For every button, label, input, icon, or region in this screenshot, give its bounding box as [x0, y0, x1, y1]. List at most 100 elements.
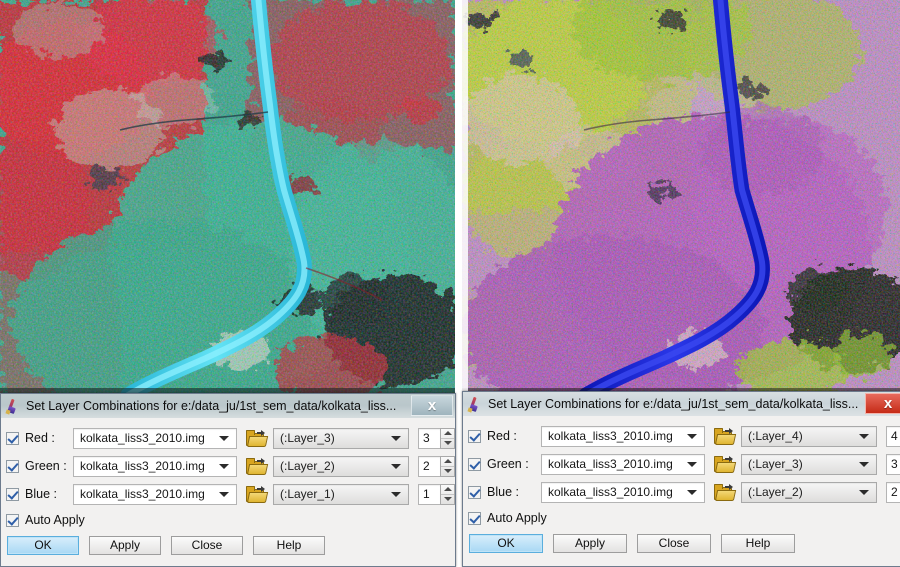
red-file-value: kolkata_liss3_2010.img — [548, 429, 673, 443]
green-layer-combobox[interactable]: (:Layer_3) — [741, 453, 877, 475]
dialog-body-left: Red : kolkata_liss3_2010.img (:Layer_3) … — [1, 418, 455, 566]
green-layer-spinner[interactable]: 3 — [886, 453, 900, 475]
red-channel-label: Red : — [25, 431, 55, 445]
blue-open-folder-icon[interactable] — [246, 485, 269, 503]
green-file-value: kolkata_liss3_2010.img — [548, 457, 673, 471]
blue-layer-combobox[interactable]: (:Layer_2) — [741, 481, 877, 503]
red-layer-value: (:Layer_3) — [280, 431, 335, 445]
blue-open-folder-icon[interactable] — [714, 483, 737, 501]
red-file-value: kolkata_liss3_2010.img — [80, 431, 205, 445]
auto-apply-label: Auto Apply — [487, 511, 547, 525]
green-open-folder-icon[interactable] — [246, 457, 269, 475]
screen: Set Layer Combinations for e:/data_ju/1s… — [0, 0, 900, 567]
layer-combination-dialog-right[interactable]: Set Layer Combinations for e:/data_ju/1s… — [462, 391, 900, 567]
red-layer-spinner[interactable]: 4 — [886, 425, 900, 447]
channel-row-green: Green : kolkata_liss3_2010.img (:Layer_3… — [463, 450, 900, 478]
chevron-down-icon — [687, 462, 697, 467]
green-layer-index[interactable]: 2 — [418, 455, 440, 477]
red-open-folder-icon[interactable] — [246, 429, 269, 447]
green-channel-checkbox[interactable] — [468, 457, 481, 471]
chevron-down-icon — [859, 434, 869, 439]
dialog-title: Set Layer Combinations for e:/data_ju/1s… — [26, 399, 397, 413]
green-open-folder-icon[interactable] — [714, 455, 737, 473]
chevron-down-icon — [859, 462, 869, 467]
paintbrush-icon — [467, 396, 483, 413]
red-open-folder-icon[interactable] — [714, 427, 737, 445]
blue-channel-checkbox[interactable] — [468, 485, 481, 499]
red-layer-combobox[interactable]: (:Layer_3) — [273, 427, 409, 449]
green-file-combobox[interactable]: kolkata_liss3_2010.img — [541, 453, 705, 475]
green-spin-up[interactable] — [441, 457, 454, 467]
close-dialog-button[interactable]: Close — [637, 534, 711, 553]
chevron-down-icon — [391, 492, 401, 497]
paintbrush-icon — [5, 398, 21, 415]
channel-row-green: Green : kolkata_liss3_2010.img (:Layer_2… — [1, 452, 455, 480]
blue-spin-up[interactable] — [441, 485, 454, 495]
green-layer-combobox[interactable]: (:Layer_2) — [273, 455, 409, 477]
green-channel-label: Green : — [25, 459, 67, 473]
blue-spin-down[interactable] — [441, 495, 454, 504]
left-satellite-image — [0, 0, 455, 395]
green-file-combobox[interactable]: kolkata_liss3_2010.img — [73, 455, 237, 477]
auto-apply-row: Auto Apply — [463, 506, 900, 530]
chevron-down-icon — [391, 464, 401, 469]
close-button[interactable]: x — [411, 395, 453, 416]
dialog-body-right: Red : kolkata_liss3_2010.img (:Layer_4) … — [463, 416, 900, 566]
blue-file-value: kolkata_liss3_2010.img — [80, 487, 205, 501]
close-dialog-button[interactable]: Close — [171, 536, 243, 555]
left-image-panel[interactable] — [0, 0, 455, 395]
chevron-down-icon — [687, 490, 697, 495]
red-layer-value: (:Layer_4) — [748, 429, 803, 443]
red-spin-down[interactable] — [441, 439, 454, 448]
apply-button[interactable]: Apply — [553, 534, 627, 553]
blue-layer-index[interactable]: 1 — [418, 483, 440, 505]
button-row-right: OK Apply Close Help — [463, 530, 900, 553]
green-file-value: kolkata_liss3_2010.img — [80, 459, 205, 473]
green-layer-index[interactable]: 3 — [886, 453, 900, 475]
channel-row-blue: Blue : kolkata_liss3_2010.img (:Layer_1)… — [1, 480, 455, 508]
red-layer-spinner[interactable]: 3 — [418, 427, 455, 449]
green-channel-checkbox[interactable] — [6, 459, 19, 473]
blue-layer-index[interactable]: 2 — [886, 481, 900, 503]
ok-button[interactable]: OK — [7, 536, 79, 555]
titlebar-right[interactable]: Set Layer Combinations for e:/data_ju/1s… — [463, 392, 900, 416]
close-icon: x — [427, 397, 437, 414]
red-spin-up[interactable] — [441, 429, 454, 439]
auto-apply-checkbox[interactable] — [468, 511, 481, 525]
red-channel-label: Red : — [487, 429, 517, 443]
green-layer-value: (:Layer_2) — [280, 459, 335, 473]
green-layer-value: (:Layer_3) — [748, 457, 803, 471]
dialog-title: Set Layer Combinations for e:/data_ju/1s… — [488, 397, 859, 411]
red-channel-checkbox[interactable] — [6, 431, 19, 445]
green-layer-spinner[interactable]: 2 — [418, 455, 455, 477]
green-spin-down[interactable] — [441, 467, 454, 476]
blue-channel-checkbox[interactable] — [6, 487, 19, 501]
titlebar-left[interactable]: Set Layer Combinations for e:/data_ju/1s… — [1, 394, 455, 418]
button-row-left: OK Apply Close Help — [1, 532, 455, 555]
auto-apply-row: Auto Apply — [1, 508, 455, 532]
auto-apply-checkbox[interactable] — [6, 513, 19, 527]
red-layer-combobox[interactable]: (:Layer_4) — [741, 425, 877, 447]
ok-button[interactable]: OK — [469, 534, 543, 553]
help-button[interactable]: Help — [253, 536, 325, 555]
blue-file-combobox[interactable]: kolkata_liss3_2010.img — [73, 483, 237, 505]
blue-layer-value: (:Layer_2) — [748, 485, 803, 499]
blue-channel-label: Blue : — [487, 485, 519, 499]
right-image-panel[interactable] — [462, 0, 900, 395]
help-button[interactable]: Help — [721, 534, 795, 553]
blue-layer-spinner[interactable]: 1 — [418, 483, 455, 505]
layer-combination-dialog-left[interactable]: Set Layer Combinations for e:/data_ju/1s… — [0, 393, 456, 567]
red-file-combobox[interactable]: kolkata_liss3_2010.img — [541, 425, 705, 447]
red-file-combobox[interactable]: kolkata_liss3_2010.img — [73, 427, 237, 449]
chevron-down-icon — [219, 464, 229, 469]
red-layer-index[interactable]: 3 — [418, 427, 440, 449]
blue-file-value: kolkata_liss3_2010.img — [548, 485, 673, 499]
blue-file-combobox[interactable]: kolkata_liss3_2010.img — [541, 481, 705, 503]
red-channel-checkbox[interactable] — [468, 429, 481, 443]
close-button[interactable]: x — [865, 393, 900, 414]
red-layer-index[interactable]: 4 — [886, 425, 900, 447]
apply-button[interactable]: Apply — [89, 536, 161, 555]
chevron-down-icon — [687, 434, 697, 439]
blue-layer-combobox[interactable]: (:Layer_1) — [273, 483, 409, 505]
blue-layer-spinner[interactable]: 2 — [886, 481, 900, 503]
